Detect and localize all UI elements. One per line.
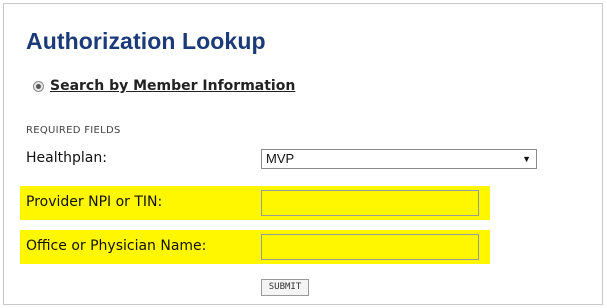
provider-npi-input[interactable]	[261, 190, 479, 216]
office-name-input[interactable]	[261, 234, 479, 260]
healthplan-selected-value: MVP	[266, 151, 295, 166]
healthplan-label: Healthplan:	[26, 150, 107, 166]
office-name-row: Office or Physician Name:	[20, 230, 490, 264]
lookup-panel: Authorization Lookup Search by Member In…	[3, 3, 603, 305]
submit-button[interactable]: SUBMIT	[261, 279, 309, 296]
provider-npi-row: Provider NPI or TIN:	[20, 186, 490, 220]
search-by-member-option[interactable]: Search by Member Information	[33, 78, 295, 94]
required-fields-note: REQUIRED FIELDS	[26, 125, 121, 136]
radio-selected-icon[interactable]	[33, 80, 44, 92]
office-name-label: Office or Physician Name:	[26, 238, 207, 254]
healthplan-select[interactable]: MVP ▼	[261, 149, 537, 169]
dropdown-arrow-icon[interactable]: ▼	[522, 150, 531, 168]
page-title: Authorization Lookup	[26, 28, 266, 54]
provider-npi-label: Provider NPI or TIN:	[26, 194, 163, 210]
search-by-member-label[interactable]: Search by Member Information	[50, 78, 295, 94]
